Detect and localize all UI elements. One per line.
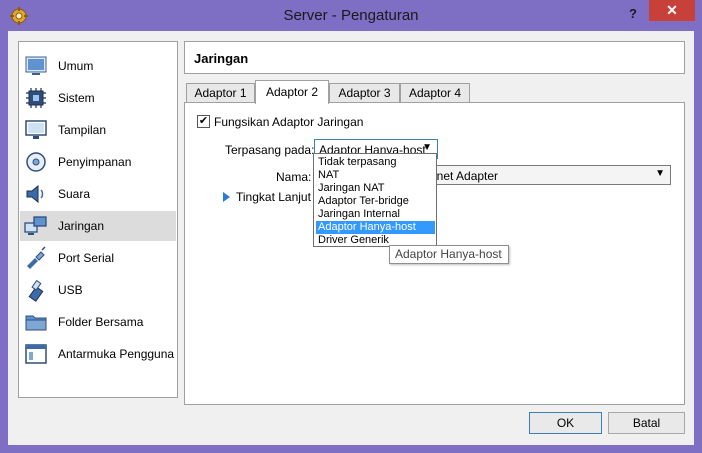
advanced-toggle[interactable]: Tingkat Lanjut: [236, 190, 311, 204]
help-button[interactable]: ?: [622, 4, 644, 24]
serial-port-icon: [27, 246, 46, 269]
sidebar-item-label: Umum: [58, 59, 94, 73]
enable-adapter-checkbox[interactable]: ✔: [197, 115, 210, 128]
sidebar-item-label: Sistem: [58, 91, 95, 105]
sidebar-item-penyimpanan[interactable]: Penyimpanan: [20, 147, 176, 177]
sidebar-item-folder-bersama[interactable]: Folder Bersama: [20, 307, 176, 337]
name-label: Nama:: [276, 170, 312, 184]
sidebar-item-suara[interactable]: Suara: [20, 179, 176, 209]
window-title: Server - Pengaturan: [283, 7, 419, 24]
chevron-down-icon: ▼: [655, 168, 665, 179]
sidebar-item-sistem[interactable]: Sistem: [20, 83, 176, 113]
dropdown-option[interactable]: Jaringan Internal: [316, 208, 435, 221]
page-title: Jaringan: [194, 51, 249, 66]
sidebar-item-label: Antarmuka Pengguna: [58, 347, 175, 361]
sidebar-item-label: Suara: [58, 187, 91, 201]
ok-button[interactable]: OK: [529, 412, 602, 434]
enable-adapter-label[interactable]: Fungsikan Adaptor Jaringan: [214, 115, 363, 129]
monitor-icon: [25, 120, 47, 139]
chip-icon: [26, 88, 46, 108]
network-icon: [24, 216, 47, 235]
attached-to-dropdown: Tidak terpasang NAT Jaringan NAT Adaptor…: [313, 153, 437, 247]
disk-icon: [26, 152, 46, 172]
folder-icon: [25, 315, 47, 331]
sidebar-item-label: Penyimpanan: [58, 155, 132, 169]
sidebar-item-umum[interactable]: Umum: [20, 51, 176, 81]
settings-window: Server - Pengaturan ? ✕ Umum Sistem Tamp…: [0, 0, 702, 453]
tooltip: Adaptor Hanya-host: [389, 245, 509, 264]
page-header: Jaringan: [184, 41, 685, 74]
chevron-down-icon: ▼: [422, 142, 432, 153]
sidebar-item-antarmuka-pengguna[interactable]: Antarmuka Pengguna: [20, 339, 176, 369]
dropdown-option-highlighted[interactable]: Adaptor Hanya-host: [316, 221, 435, 234]
speaker-icon: [26, 184, 44, 204]
dropdown-option[interactable]: Adaptor Ter-bridge: [316, 195, 435, 208]
usb-icon: [28, 279, 44, 302]
sidebar-item-label: Port Serial: [58, 251, 115, 265]
dropdown-option[interactable]: Jaringan NAT: [316, 182, 435, 195]
cancel-button[interactable]: Batal: [608, 412, 685, 434]
dropdown-option[interactable]: Tidak terpasang: [316, 156, 435, 169]
expand-triangle-icon[interactable]: [223, 192, 230, 202]
tab-adaptor-2[interactable]: Adaptor 2: [255, 80, 329, 104]
sidebar-item-jaringan[interactable]: Jaringan: [20, 211, 176, 241]
attached-to-label: Terpasang pada:: [225, 143, 315, 157]
sidebar-item-tampilan[interactable]: Tampilan: [20, 115, 176, 145]
tab-adaptor-3[interactable]: Adaptor 3: [329, 83, 400, 103]
sidebar-item-label: Jaringan: [58, 219, 105, 233]
general-icon: [25, 56, 47, 75]
tab-adaptor-4[interactable]: Adaptor 4: [400, 83, 470, 103]
sidebar-item-usb[interactable]: USB: [20, 275, 176, 305]
sidebar-item-port-serial[interactable]: Port Serial: [20, 243, 176, 273]
close-button[interactable]: ✕: [649, 0, 695, 21]
sidebar-item-label: USB: [58, 283, 83, 297]
sidebar-item-label: Tampilan: [58, 123, 107, 137]
dropdown-option[interactable]: NAT: [316, 169, 435, 182]
title-bar[interactable]: Server - Pengaturan ? ✕: [0, 0, 702, 31]
tab-adaptor-1[interactable]: Adaptor 1: [186, 83, 255, 103]
sidebar-item-label: Folder Bersama: [58, 315, 144, 329]
settings-sidebar: Umum Sistem Tampilan Penyimpanan Suara J…: [18, 41, 178, 398]
ui-window-icon: [25, 344, 47, 364]
